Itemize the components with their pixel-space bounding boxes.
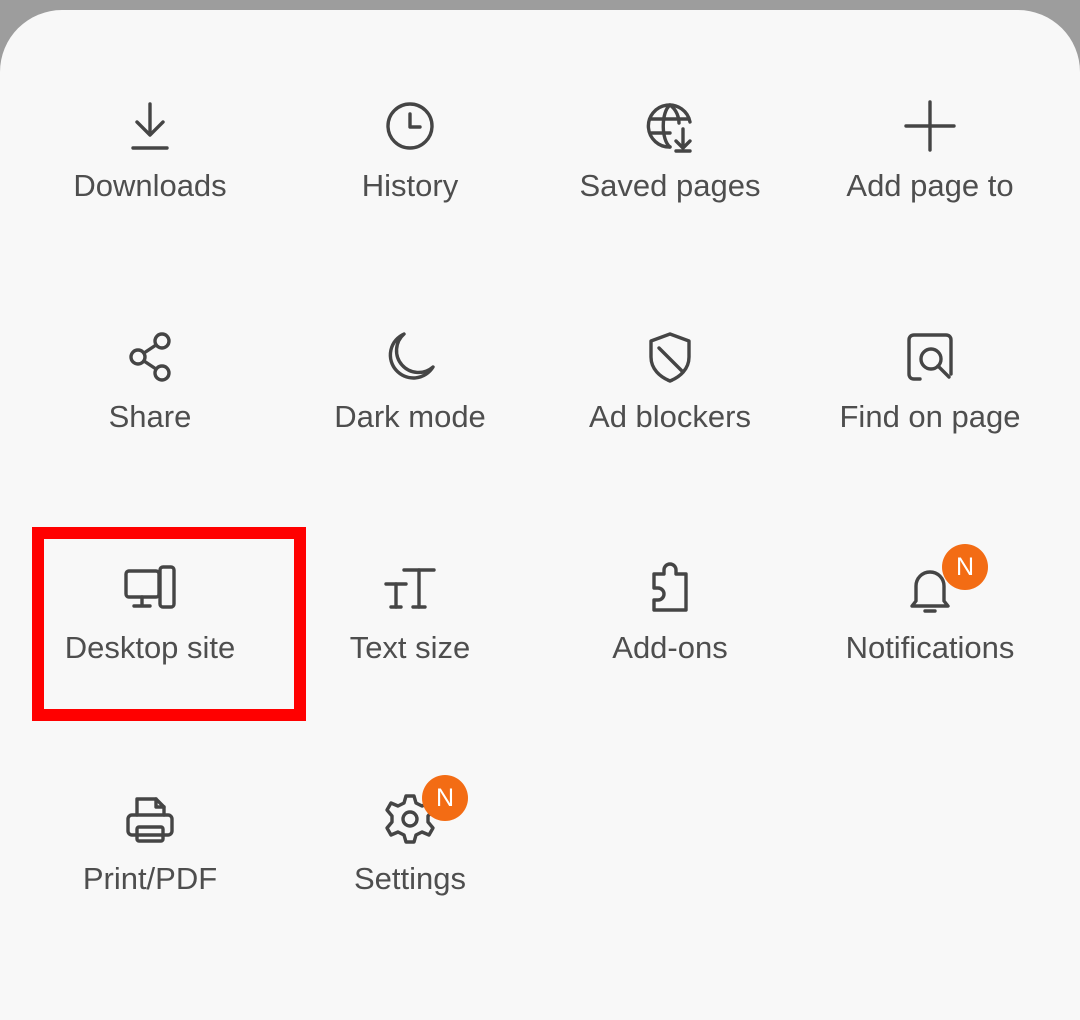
menu-item-settings[interactable]: N Settings [280,775,540,929]
menu-item-label: Downloads [73,168,227,203]
menu-item-history[interactable]: History [280,96,540,236]
menu-item-add-page-to[interactable]: Add page to [800,96,1060,236]
menu-item-label: Add page to [846,168,1014,203]
menu-item-label: Text size [349,630,471,665]
menu-item-print-pdf[interactable]: Print/PDF [20,789,280,929]
notification-badge: N [942,544,988,590]
menu-item-label: Find on page [839,399,1021,434]
history-icon [380,96,440,156]
menu-item-saved-pages[interactable]: Saved pages [540,96,800,236]
menu-item-add-ons[interactable]: Add-ons [540,558,800,698]
add-icon [900,96,960,156]
puzzle-icon [640,558,700,618]
menu-item-downloads[interactable]: Downloads [20,96,280,236]
settings-badge: N [422,775,468,821]
menu-item-label: Add-ons [612,630,728,665]
menu-item-label: Print/PDF [82,861,218,896]
desktop-icon [120,558,180,618]
menu-item-dark-mode[interactable]: Dark mode [280,327,540,467]
share-icon [120,327,180,387]
menu-item-label: Saved pages [579,168,761,203]
menu-item-find-on-page[interactable]: Find on page [800,327,1060,467]
menu-item-label: Settings [353,861,466,896]
menu-item-text-size[interactable]: Text size [280,558,540,698]
menu-item-label: Dark mode [334,399,486,434]
menu-item-share[interactable]: Share [20,327,280,467]
menu-item-label: Share [108,399,192,434]
menu-item-notifications[interactable]: N Notifications [800,544,1060,698]
download-icon [120,96,180,156]
menu-item-desktop-site[interactable]: Desktop site [20,558,280,698]
menu-item-label: Ad blockers [589,399,751,434]
menu-item-label: Notifications [845,630,1015,665]
menu-item-ad-blockers[interactable]: Ad blockers [540,327,800,467]
saved-pages-icon [640,96,700,156]
printer-icon [120,789,180,849]
shield-icon [640,327,700,387]
menu-item-label: Desktop site [64,630,236,665]
find-on-page-icon [900,327,960,387]
text-size-icon [380,558,440,618]
moon-icon [380,327,440,387]
menu-item-label: History [361,168,459,203]
